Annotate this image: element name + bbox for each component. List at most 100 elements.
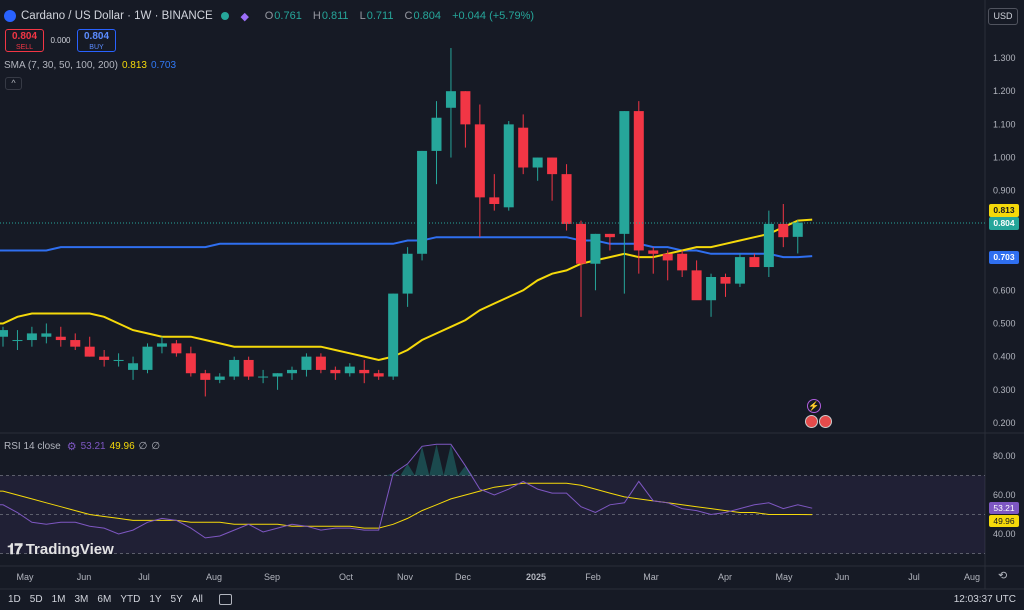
price-tick-label: 0.900 <box>993 186 1016 196</box>
timeframe-5d[interactable]: 5D <box>30 594 43 605</box>
candle-up[interactable] <box>734 253 745 287</box>
candle-body <box>229 359 240 377</box>
rsi-settings-icon[interactable]: ⚙ <box>67 440 77 453</box>
buy-button[interactable]: 0.804 BUY <box>77 29 116 52</box>
ohlc-values: O0.761 H0.811 L0.711 C0.804 +0.044 (+5.7… <box>264 10 535 22</box>
candle-up[interactable] <box>503 121 514 211</box>
tradingview-logo-icon: 𝟏𝟕 <box>7 541 23 558</box>
candle-body <box>99 356 110 360</box>
candle-up[interactable] <box>417 150 428 261</box>
time-tick-label: Oct <box>338 572 354 582</box>
price-tick-label: 0.500 <box>993 318 1016 328</box>
price-tick-label: 0.300 <box>993 385 1016 395</box>
spread-value: 0.000 <box>50 36 71 45</box>
candle-body <box>70 340 81 347</box>
candle-down[interactable] <box>633 101 644 274</box>
sell-button[interactable]: 0.804 SELL <box>5 29 44 52</box>
timeframe-all[interactable]: All <box>192 594 203 605</box>
symbol-title[interactable]: Cardano / US Dollar · 1W · BINANCE <box>21 10 213 22</box>
last-price-tag: 0.804 <box>989 217 1019 230</box>
compare-symbols-icon[interactable]: ◆ <box>237 8 253 24</box>
candle-body <box>258 376 269 378</box>
candle-body <box>185 353 196 374</box>
us-flag-event-icon[interactable] <box>805 415 818 428</box>
candle-body <box>691 270 702 301</box>
calendar-icon[interactable] <box>218 594 232 605</box>
candle-up[interactable] <box>388 293 399 380</box>
candle-body <box>12 340 23 342</box>
time-tick-label: Jun <box>834 572 850 582</box>
candle-body <box>287 369 297 374</box>
candle-body <box>402 253 413 294</box>
candle-body <box>0 330 8 337</box>
sma-fast-price-tag: 0.813 <box>989 204 1019 217</box>
timeframe-6m[interactable]: 6M <box>97 594 111 605</box>
price-tick-label: 0.400 <box>993 352 1016 362</box>
price-tick-label: 1.300 <box>993 53 1016 63</box>
rsi-value-tag: 53.21 <box>989 502 1019 514</box>
timeframe-ytd[interactable]: YTD <box>120 594 140 605</box>
chart-svg[interactable]: 80.00 60.00 40.00 1.300 1.200 1.100 1.000 0.90… <box>0 0 1024 610</box>
rsi-legend[interactable]: RSI 14 close ⚙ 53.21 49.96 ∅ ∅ <box>4 440 164 453</box>
cardano-logo-icon <box>4 10 16 22</box>
time-tick-label: 2025 <box>525 572 547 582</box>
reset-scale-icon[interactable]: ⟲ <box>998 570 1010 582</box>
timeframe-1d[interactable]: 1D <box>8 594 21 605</box>
candle-body <box>561 174 572 224</box>
timeframe-5y[interactable]: 5Y <box>171 594 183 605</box>
candle-body <box>633 111 644 251</box>
candle-body <box>26 333 37 341</box>
timeframe-1y[interactable]: 1Y <box>149 594 161 605</box>
candle-body <box>734 257 745 284</box>
us-flag-event-icon[interactable] <box>819 415 832 428</box>
candle-body <box>113 359 124 361</box>
symbol-legend[interactable]: Cardano / US Dollar · 1W · BINANCE ◆ O0.… <box>4 8 538 24</box>
time-tick-label: Jul <box>138 572 150 582</box>
price-tick-label: 0.600 <box>993 285 1016 295</box>
time-tick-label: Nov <box>396 572 414 582</box>
candle-body <box>547 157 558 175</box>
time-tick-label: May <box>16 572 34 582</box>
candle-body <box>460 91 471 125</box>
sma-legend[interactable]: SMA (7, 30, 50, 100, 200) 0.813 0.703 <box>4 60 176 71</box>
candle-body <box>590 233 601 264</box>
candle-up[interactable] <box>229 356 240 380</box>
candle-body <box>778 223 789 238</box>
candle-body <box>41 333 52 337</box>
rsi-tick-label: 60.00 <box>993 490 1016 500</box>
candle-body <box>532 157 543 168</box>
bottom-toolbar: 1D 5D 1M 3M 6M YTD 1Y 5Y All 12:03:37 UT… <box>0 589 1024 610</box>
utc-clock[interactable]: 12:03:37 UTC <box>954 594 1016 605</box>
candle-body <box>214 376 225 380</box>
candle-body <box>388 293 399 377</box>
candle-body <box>55 336 66 341</box>
candle-body <box>604 233 615 238</box>
candle-body <box>445 91 456 108</box>
collapse-legend-button[interactable]: ^ <box>5 77 22 90</box>
time-tick-label: Feb <box>585 572 601 582</box>
candle-down[interactable] <box>243 356 254 380</box>
price-tick-label: 0.200 <box>993 418 1016 428</box>
candle-body <box>619 111 630 234</box>
timeframe-3m[interactable]: 3M <box>75 594 89 605</box>
candle-up[interactable] <box>142 343 153 374</box>
candle-body <box>792 222 803 237</box>
time-tick-label: Sep <box>263 572 281 582</box>
price-change: +0.044 (+5.79%) <box>452 10 535 22</box>
timeframe-1m[interactable]: 1M <box>52 594 66 605</box>
time-tick-label: Jun <box>76 572 92 582</box>
candle-body <box>431 117 442 151</box>
lightning-event-icon[interactable]: ⚡ <box>807 399 821 413</box>
event-markers[interactable]: ⚡ <box>805 399 833 428</box>
candle-down[interactable] <box>561 164 572 231</box>
candle-body <box>662 253 673 261</box>
currency-button[interactable]: USD <box>988 8 1018 25</box>
candle-body <box>359 369 370 374</box>
price-tick-label: 1.000 <box>993 153 1016 163</box>
time-tick-label: Jul <box>908 572 920 582</box>
candle-body <box>489 197 500 204</box>
candle-body <box>301 356 312 370</box>
chart-area[interactable]: 80.00 60.00 40.00 1.300 1.200 1.100 1.000 0.90… <box>0 0 1024 610</box>
candle-body <box>200 373 211 380</box>
candle-body <box>142 346 153 370</box>
